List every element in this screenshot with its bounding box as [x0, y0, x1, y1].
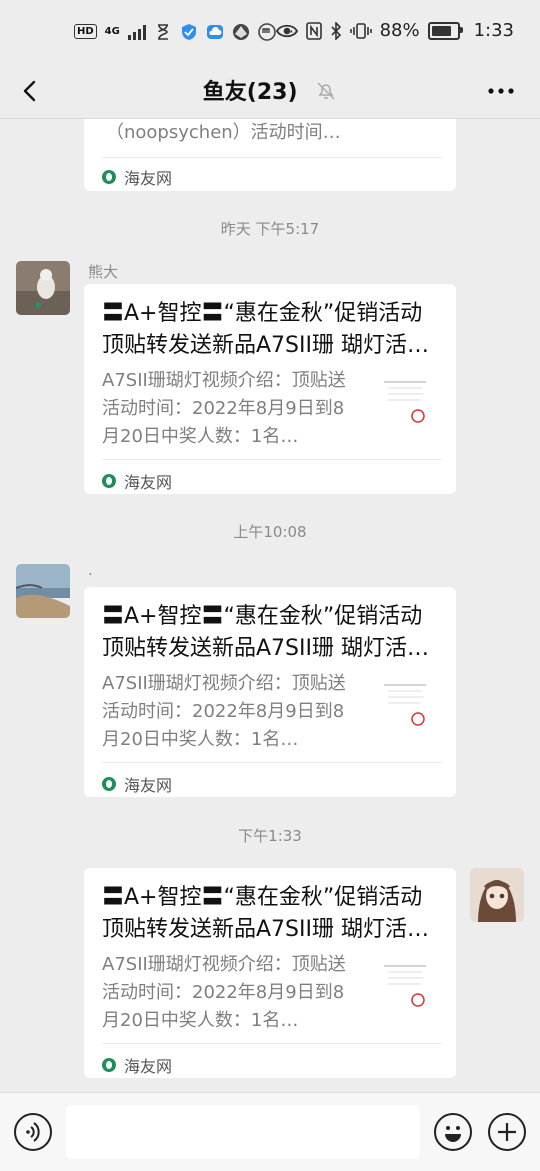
- link-card-desc: A7SII珊瑚灯视频介绍：顶贴送活动时间：2022年8月9日到8月20日中奖人数…: [102, 370, 346, 447]
- plus-icon: [498, 1123, 516, 1141]
- emoji-button[interactable]: [434, 1113, 472, 1151]
- app-icon: [232, 23, 249, 40]
- shield-icon: [181, 23, 196, 40]
- battery-icon: [427, 21, 463, 40]
- cloud-icon: [206, 24, 223, 39]
- link-thumbnail: [376, 956, 434, 1014]
- input-bar: [0, 1092, 540, 1171]
- link-card[interactable]: 〓A+智控〓“惠在金秋”促销活动顶贴转发送新品A7SII珊 瑚灯活… A7SII…: [84, 284, 456, 494]
- divider: [102, 459, 442, 460]
- link-card-desc: A7SII珊瑚灯视频介绍：顶贴送活动时间：2022年8月9日到8月20日中奖人数…: [102, 673, 346, 750]
- vibrate-icon: [349, 22, 372, 39]
- link-card-desc: （noopsychen）活动时间…: [106, 122, 341, 143]
- message-input[interactable]: [66, 1105, 420, 1159]
- link-source: 海友网: [102, 165, 172, 189]
- group-name: 鱼友(23): [202, 80, 298, 105]
- message-list[interactable]: （noopsychen）活动时间… 海友网 昨天 下午5:17 熊大 〓A+智控…: [0, 119, 540, 1092]
- link-thumbnail: [376, 675, 434, 733]
- clock: 1:33: [473, 20, 514, 41]
- source-name: 海友网: [124, 1057, 173, 1076]
- hourglass-icon: [157, 23, 168, 40]
- link-card-title: 〓A+智控〓“惠在金秋”促销活动顶贴转发送新品A7SII珊 瑚灯活…: [102, 301, 429, 358]
- avatar[interactable]: [16, 564, 70, 618]
- battery-percent: 88%: [379, 20, 420, 41]
- timestamp: 下午1:33: [238, 827, 302, 845]
- link-card[interactable]: 〓A+智控〓“惠在金秋”促销活动顶贴转发送新品A7SII珊 瑚灯活… A7SII…: [84, 868, 456, 1078]
- link-thumbnail: [376, 372, 434, 430]
- chat-header: 鱼友(23): [0, 66, 540, 119]
- source-name: 海友网: [124, 169, 173, 188]
- voice-icon: [26, 1122, 40, 1142]
- status-bar: HD 4G ··· 88% 1:33: [0, 0, 540, 66]
- eye-icon: [275, 24, 298, 37]
- divider: [102, 1043, 442, 1044]
- add-button[interactable]: [488, 1113, 526, 1151]
- link-source: 海友网: [102, 469, 172, 493]
- more-icon[interactable]: [484, 74, 518, 108]
- link-card-title: 〓A+智控〓“惠在金秋”促销活动顶贴转发送新品A7SII珊 瑚灯活…: [102, 604, 429, 661]
- app-icon-2: [258, 22, 276, 41]
- source-logo-icon: [102, 777, 116, 791]
- link-thumbnail: [383, 119, 423, 127]
- source-name: 海友网: [124, 473, 173, 492]
- source-logo-icon: [102, 474, 116, 488]
- source-name: 海友网: [124, 776, 173, 795]
- divider: [102, 762, 442, 763]
- sender-name: 熊大: [88, 263, 119, 281]
- timestamp: 昨天 下午5:17: [220, 220, 320, 238]
- emoji-icon: [445, 1126, 461, 1142]
- chat-title: 鱼友(23): [0, 74, 540, 106]
- network-type: 4G: [104, 25, 120, 37]
- voice-button[interactable]: [14, 1113, 52, 1151]
- link-card[interactable]: 〓A+智控〓“惠在金秋”促销活动顶贴转发送新品A7SII珊 瑚灯活… A7SII…: [84, 587, 456, 797]
- bluetooth-icon: [330, 21, 341, 40]
- signal-icon: [127, 24, 146, 40]
- source-logo-icon: [102, 1058, 116, 1072]
- my-avatar[interactable]: [470, 868, 524, 922]
- link-card-desc: A7SII珊瑚灯视频介绍：顶贴送活动时间：2022年8月9日到8月20日中奖人数…: [102, 954, 346, 1031]
- link-card[interactable]: （noopsychen）活动时间… 海友网: [84, 119, 456, 191]
- avatar[interactable]: [16, 261, 70, 315]
- nfc-icon: [305, 21, 322, 40]
- link-source: 海友网: [102, 1053, 172, 1077]
- sender-name: .: [88, 561, 93, 579]
- link-card-title: 〓A+智控〓“惠在金秋”促销活动顶贴转发送新品A7SII珊 瑚灯活…: [102, 885, 429, 942]
- divider: [102, 157, 442, 158]
- bell-muted-icon: [317, 82, 335, 100]
- timestamp: 上午10:08: [233, 523, 307, 541]
- hd-indicator: HD: [74, 24, 97, 39]
- link-source: 海友网: [102, 772, 172, 796]
- source-logo-icon: [102, 170, 116, 184]
